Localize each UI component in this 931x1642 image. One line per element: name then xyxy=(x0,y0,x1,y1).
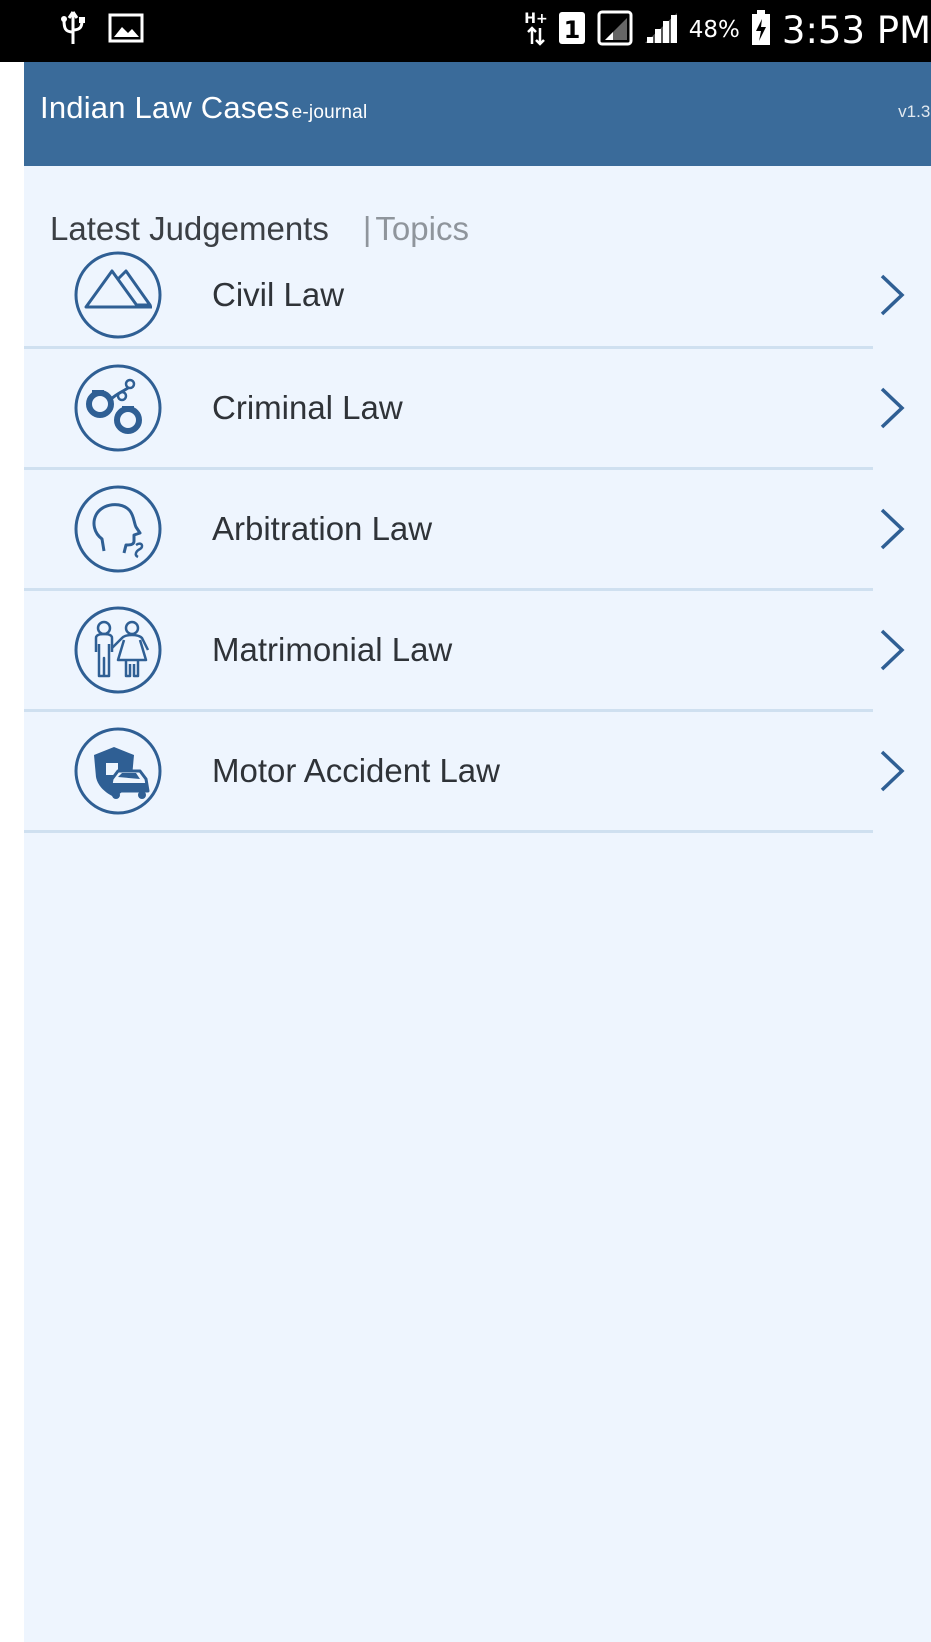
list-item-arbitration-law[interactable]: Arbitration Law xyxy=(24,470,905,591)
list-item-label: Arbitration Law xyxy=(212,510,433,547)
app-screen: Indian Law Casese-journal v1.3. Latest J… xyxy=(24,62,931,1642)
list-item-label: Civil Law xyxy=(212,276,345,313)
tab-topics[interactable]: Topics xyxy=(375,210,469,248)
list-item-label: Matrimonial Law xyxy=(212,631,453,668)
list-item-matrimonial-law[interactable]: Matrimonial Law xyxy=(24,591,905,712)
chevron-right-icon xyxy=(876,385,906,431)
usb-icon xyxy=(60,10,86,51)
app-bar: Indian Law Casese-journal v1.3. xyxy=(24,62,931,166)
sim-icon: 1 xyxy=(557,10,587,51)
head-profile-icon xyxy=(72,483,164,575)
app-version: v1.3. xyxy=(898,102,931,121)
status-bar: H+ 1 48% 3:53 PM xyxy=(0,0,931,62)
handcuffs-icon xyxy=(72,362,164,454)
list-item-label: Criminal Law xyxy=(212,389,403,426)
tab-separator: | xyxy=(362,210,372,247)
mountains-icon xyxy=(72,249,164,341)
network-type-label: H+ xyxy=(525,11,547,27)
app-subtitle: e-journal xyxy=(291,102,368,123)
image-icon xyxy=(108,13,144,48)
list-item-motor-accident-law[interactable]: Motor Accident Law xyxy=(24,712,905,833)
list-item-civil-law[interactable]: Civil Law xyxy=(24,244,905,349)
list-item-criminal-law[interactable]: Criminal Law xyxy=(24,349,905,470)
signal-box-icon xyxy=(597,10,633,51)
clock: 3:53 PM xyxy=(781,8,931,52)
app-title: Indian Law Cases e-journal xyxy=(40,90,367,126)
battery-icon xyxy=(750,9,772,52)
chevron-right-icon xyxy=(876,627,906,673)
signal-bars-icon xyxy=(643,11,679,50)
chevron-right-icon xyxy=(876,748,906,794)
sim-slot-number: 1 xyxy=(563,16,580,44)
topic-list: Civil Law Criminal Law Arbitration Law M… xyxy=(24,244,905,833)
chevron-right-icon xyxy=(876,506,906,552)
shield-car-icon xyxy=(72,725,164,817)
app-title-text: Indian Law Cases xyxy=(40,90,290,125)
chevron-right-icon xyxy=(876,272,906,318)
tab-latest-judgements[interactable]: Latest Judgements xyxy=(50,210,329,248)
list-item-label: Motor Accident Law xyxy=(212,752,500,789)
couple-icon xyxy=(72,604,164,696)
network-type-icon: H+ xyxy=(524,8,548,53)
battery-percent: 48% xyxy=(688,17,740,43)
